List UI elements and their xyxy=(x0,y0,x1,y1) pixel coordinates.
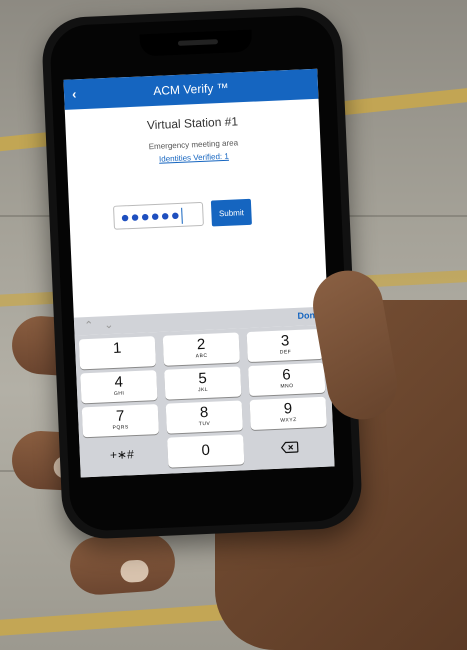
key-9[interactable]: 9 WXYZ xyxy=(249,396,327,431)
pin-input[interactable]: ●●●●●● xyxy=(112,201,204,230)
key-0[interactable]: 0 xyxy=(167,434,245,468)
app-title: ACM Verify ™ xyxy=(153,80,229,98)
text-caret xyxy=(181,207,184,224)
key-number: 0 xyxy=(201,441,211,460)
numeric-keypad: 1 2 ABC 3 DEF 4 GHI 5 JKL 6 MNO 7 PQRS 8 TUV 9W… xyxy=(74,324,335,478)
key-4[interactable]: 4 GHI xyxy=(80,370,158,404)
key-3[interactable]: 3 DEF xyxy=(246,328,324,363)
key-number: 1 xyxy=(112,339,122,357)
phone-screen: ‹ ACM Verify ™ Virtual Station #1 Emerge… xyxy=(63,68,335,478)
smartphone: ‹ ACM Verify ™ Virtual Station #1 Emerge… xyxy=(40,5,364,541)
chevron-up-icon[interactable]: ⌃ xyxy=(84,319,94,332)
key-delete[interactable] xyxy=(251,431,328,464)
finger xyxy=(68,531,177,597)
key-8[interactable]: 8 TUV xyxy=(165,400,243,434)
fingernail xyxy=(119,559,150,584)
key-2[interactable]: 2 ABC xyxy=(162,332,240,366)
station-name: Virtual Station #1 xyxy=(146,114,239,133)
chevron-down-icon[interactable]: ⌄ xyxy=(104,318,114,331)
pin-form: ●●●●●● Submit xyxy=(112,194,294,234)
submit-button[interactable]: Submit xyxy=(210,198,252,227)
symbols-label: +∗# xyxy=(109,447,135,463)
key-7[interactable]: 7 PQRS xyxy=(81,404,159,438)
backspace-icon xyxy=(280,441,299,454)
key-5[interactable]: 5 JKL xyxy=(164,366,242,400)
key-6[interactable]: 6 MNO xyxy=(248,362,326,397)
pin-dots: ●●●●●● xyxy=(120,206,182,227)
key-1[interactable]: 1 xyxy=(78,336,157,370)
key-symbols[interactable]: +∗# xyxy=(83,438,160,471)
